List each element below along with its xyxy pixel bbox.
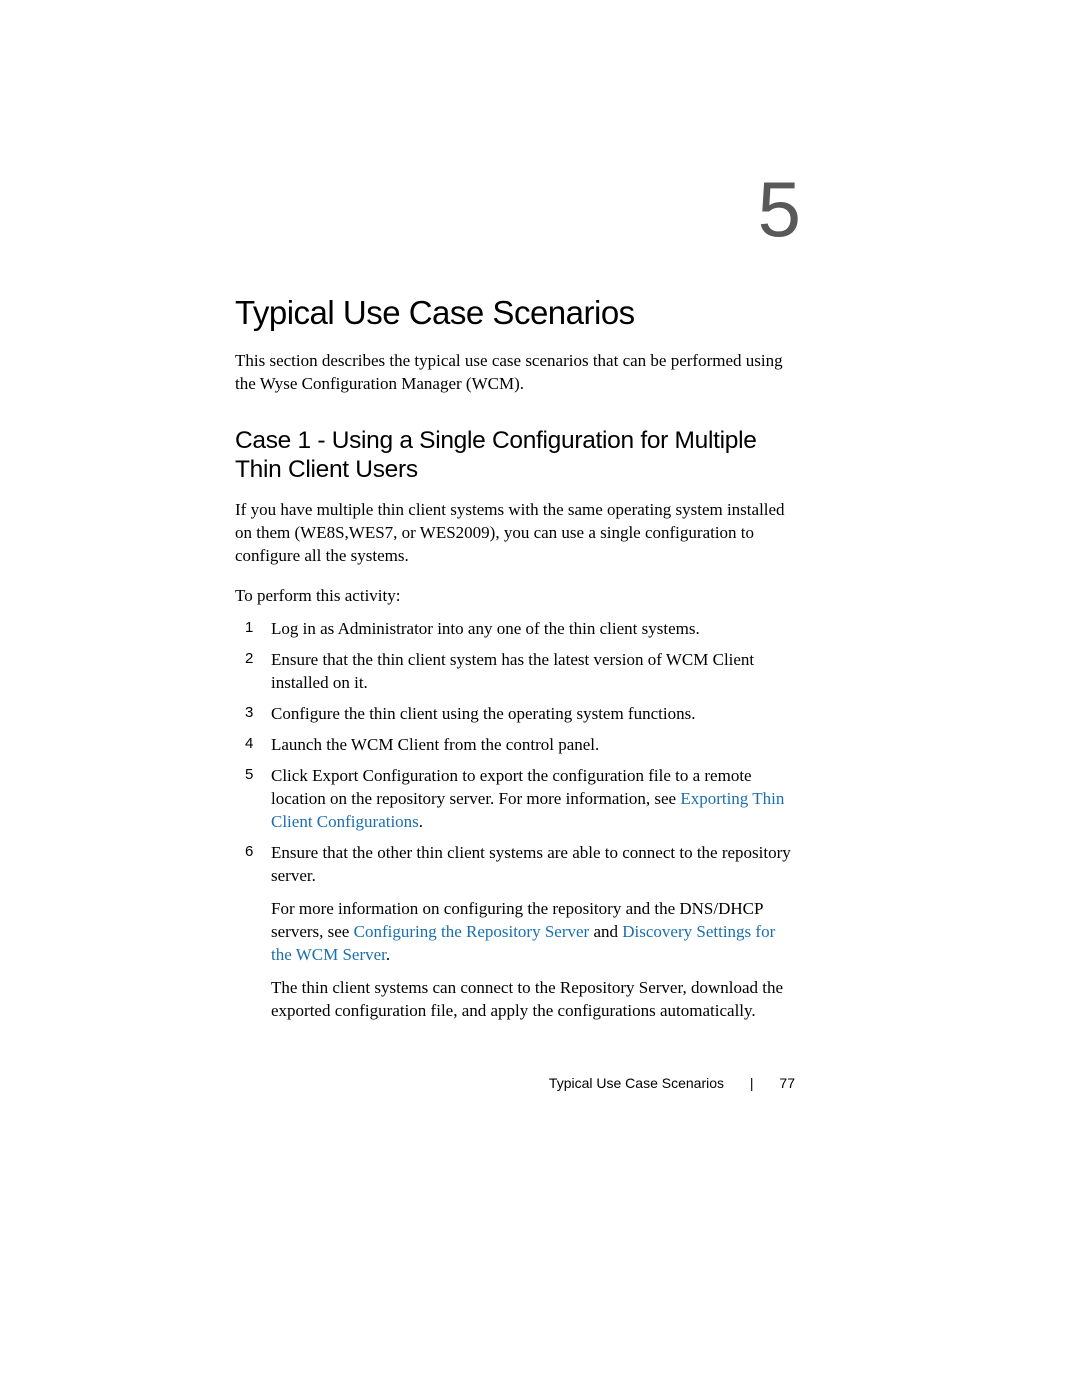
step-subpara: The thin client systems can connect to t… (271, 977, 795, 1023)
footer-title: Typical Use Case Scenarios (549, 1075, 724, 1091)
link-config-repo-server[interactable]: Configuring the Repository Server (354, 922, 590, 941)
steps-list: Log in as Administrator into any one of … (235, 618, 795, 1022)
sub-text-mid: and (589, 922, 622, 941)
step-item: Ensure that the thin client system has t… (255, 649, 795, 695)
section-title: Case 1 - Using a Single Configuration fo… (235, 426, 795, 485)
step-item: Configure the thin client using the oper… (255, 703, 795, 726)
step-text: Ensure that the other thin client system… (271, 843, 791, 885)
chapter-intro: This section describes the typical use c… (235, 350, 795, 396)
chapter-title: Typical Use Case Scenarios (235, 294, 795, 332)
step-text: Configure the thin client using the oper… (271, 704, 695, 723)
sub-text-b: . (386, 945, 390, 964)
step-text-b: . (419, 812, 423, 831)
footer-separator: | (750, 1075, 754, 1091)
chapter-number: 5 (235, 170, 801, 248)
step-subpara: For more information on configuring the … (271, 898, 795, 967)
footer-page-number: 77 (779, 1075, 795, 1091)
step-item: Log in as Administrator into any one of … (255, 618, 795, 641)
page-content: 5 Typical Use Case Scenarios This sectio… (0, 0, 1080, 1110)
step-item: Launch the WCM Client from the control p… (255, 734, 795, 757)
steps-lead-in: To perform this activity: (235, 585, 795, 608)
step-item: Click Export Configuration to export the… (255, 765, 795, 834)
section-para: If you have multiple thin client systems… (235, 499, 795, 568)
step-text: Log in as Administrator into any one of … (271, 619, 700, 638)
step-item: Ensure that the other thin client system… (255, 842, 795, 1023)
step-text: Launch the WCM Client from the control p… (271, 735, 599, 754)
page-footer: Typical Use Case Scenarios | 77 (549, 1075, 795, 1091)
step-text: Ensure that the thin client system has t… (271, 650, 754, 692)
